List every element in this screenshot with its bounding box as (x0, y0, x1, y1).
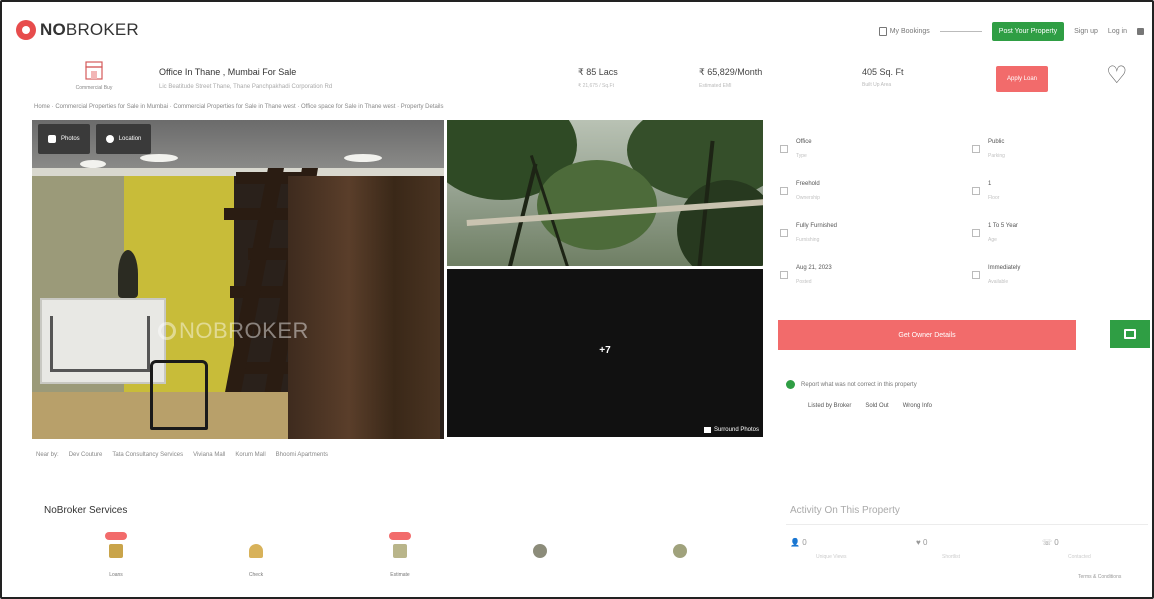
nearby-label: Near by: (36, 452, 59, 458)
top-nav: NOBROKER My Bookings Post Your Property … (2, 2, 1152, 58)
service-icon (673, 544, 687, 558)
area-block: 405 Sq. Ft Built Up Area (862, 67, 904, 88)
category-badge: Commercial Buy (74, 60, 114, 91)
photo-light (140, 154, 178, 162)
service-estimate[interactable]: Estimate (370, 532, 430, 578)
my-bookings-link[interactable]: My Bookings (878, 27, 930, 36)
report-options: Listed by Broker Sold Out Wrong Info (808, 403, 932, 409)
post-property-button[interactable]: Post Your Property (991, 22, 1065, 41)
photo-plant (118, 250, 138, 298)
area-value: 405 Sq. Ft (862, 67, 904, 77)
photo-desk-pattern (50, 316, 150, 372)
activity-divider (786, 524, 1148, 525)
service-item[interactable] (650, 532, 710, 572)
sign-up-link[interactable]: Sign up (1074, 28, 1098, 35)
secondary-photo[interactable] (447, 120, 763, 266)
more-photos-count: +7 (599, 345, 611, 356)
terms-link[interactable]: Terms & Conditions (1078, 574, 1121, 580)
menu-icon[interactable] (1137, 28, 1144, 35)
nobroker-logo[interactable]: NOBROKER (16, 20, 139, 40)
image-icon (703, 427, 711, 433)
new-badge (105, 532, 127, 540)
watermark-logo-icon (158, 322, 176, 340)
parking-icon (972, 145, 980, 153)
apply-loan-button[interactable]: Apply Loan (996, 66, 1048, 92)
photo-foliage (537, 160, 657, 250)
new-badge (389, 532, 411, 540)
photo-watermark: NOBROKER (158, 318, 309, 344)
property-title: Office In Thane , Mumbai For Sale (159, 67, 297, 77)
log-in-link[interactable]: Log in (1108, 28, 1127, 35)
photo-light (344, 154, 382, 162)
loan-icon (109, 544, 123, 558)
emi-value[interactable]: ₹ 65,829/Month (699, 67, 762, 78)
key-icon (972, 271, 980, 279)
activity-contacted: ☏ 0 Contacted (1042, 538, 1091, 560)
nearby-item[interactable]: Korum Mall (235, 452, 265, 458)
service-check[interactable]: Check (226, 532, 286, 578)
camera-icon (48, 135, 56, 143)
area-label: Built Up Area (862, 82, 892, 88)
breadcrumb[interactable]: Home · Commercial Properties for Sale in… (34, 104, 444, 110)
photo-toggle-group: Photos Location (38, 124, 152, 154)
report-text: Report what was not correct in this prop… (801, 381, 917, 388)
photo-chair (150, 360, 208, 430)
chat-icon (1124, 329, 1136, 339)
more-photos-tile[interactable]: +7 Surround Photos (447, 269, 763, 437)
person-icon: 👤 (790, 538, 800, 547)
top-nav-actions: My Bookings Post Your Property Sign up L… (878, 22, 1144, 41)
nearby-places: Near by: Dev Couture Tata Consultancy Se… (36, 452, 328, 458)
heart-icon: ♥ (916, 538, 921, 547)
price-block: ₹ 85 Lacs ₹ 21,675 / Sq.Ft (578, 67, 618, 89)
property-summary: Commercial Buy Office In Thane , Mumbai … (2, 58, 1152, 98)
photo-wood-panel (288, 176, 440, 439)
surround-photos-link[interactable]: Surround Photos (703, 427, 759, 433)
storefront-icon (85, 61, 103, 80)
emi-block: ₹ 65,829/Month Estimated EMI (699, 67, 762, 89)
photo-light (80, 160, 106, 168)
emi-label: Estimated EMI (699, 83, 732, 89)
logo-text: NOBROKER (40, 20, 139, 39)
nearby-item[interactable]: Bhoomi Apartments (276, 452, 328, 458)
info-icon (786, 380, 795, 389)
building-icon (780, 145, 788, 153)
report-section: Report what was not correct in this prop… (786, 380, 917, 389)
nearby-item[interactable]: Tata Consultancy Services (112, 452, 183, 458)
photos-button[interactable]: Photos (38, 124, 90, 154)
property-address: Lic Beatitude Street Thane, Thane Panchp… (159, 84, 333, 90)
browser-frame: NOBROKER My Bookings Post Your Property … (0, 0, 1154, 599)
price-per-sqft: ₹ 21,675 / Sq.Ft (578, 83, 614, 89)
services-title: NoBroker Services (44, 505, 128, 516)
service-loans[interactable]: Loans (86, 532, 146, 578)
estimate-icon (393, 544, 407, 558)
activity-shortlist: ♥ 0 Shortlist (916, 538, 961, 560)
category-caption: Commercial Buy (75, 85, 113, 91)
chat-button[interactable] (1110, 320, 1150, 348)
clock-icon (972, 229, 980, 237)
logo-mark-icon (16, 20, 36, 40)
nearby-item[interactable]: Viviana Mall (193, 452, 225, 458)
document-icon (780, 187, 788, 195)
floor-icon (972, 187, 980, 195)
service-item[interactable] (510, 532, 570, 572)
service-icon (533, 544, 547, 558)
calendar-icon (878, 27, 887, 36)
shortlist-heart-icon[interactable]: ♡ (1106, 64, 1128, 88)
nav-divider (939, 31, 982, 32)
phone-icon: ☏ (1042, 538, 1053, 547)
calendar-icon (780, 271, 788, 279)
price-value: ₹ 85 Lacs (578, 67, 618, 77)
nearby-item[interactable]: Dev Couture (69, 452, 103, 458)
location-pin-icon (105, 135, 114, 143)
activity-views: 👤 0 Unique Views (790, 538, 847, 560)
location-button[interactable]: Location (95, 124, 152, 154)
sofa-icon (780, 229, 788, 237)
main-photo[interactable]: NOBROKER Photos Location (32, 120, 444, 439)
activity-title: Activity On This Property (790, 505, 900, 516)
report-listed-by-broker[interactable]: Listed by Broker (808, 403, 851, 409)
get-owner-details-button[interactable]: Get Owner Details (778, 320, 1076, 350)
check-icon (249, 544, 263, 558)
report-wrong-info[interactable]: Wrong Info (903, 403, 932, 409)
report-sold-out[interactable]: Sold Out (865, 403, 888, 409)
